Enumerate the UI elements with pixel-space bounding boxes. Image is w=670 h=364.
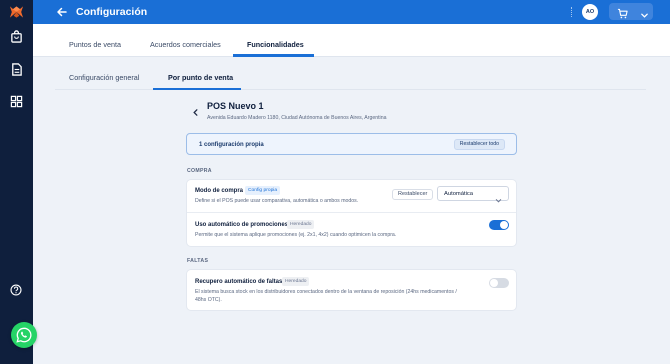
config-summary: 1 configuración propia Restablecer todo: [186, 133, 517, 155]
restore-all-button[interactable]: Restablecer todo: [453, 139, 505, 150]
toggle-knob: [500, 221, 508, 229]
faltas-card: Recupero automático de faltas Heredado E…: [186, 269, 517, 311]
summary-text: 1 configuración propia: [199, 142, 264, 148]
tab-puntos-de-venta[interactable]: Puntos de venta: [69, 40, 121, 50]
shopping-bag-icon[interactable]: [10, 30, 23, 43]
select-value: Automática: [444, 191, 473, 197]
chevron-left-icon[interactable]: [191, 104, 200, 116]
user-avatar[interactable]: AO: [582, 4, 598, 20]
pos-address: Avenida Eduardo Madero 1180, Ciudad Autó…: [207, 115, 387, 121]
setting-description: 48hs OTC).: [195, 297, 222, 303]
cart-icon: [617, 6, 628, 19]
top-bar: Configuración AO: [33, 0, 670, 24]
setting-title: Modo de compra: [195, 188, 244, 194]
divider: [187, 212, 516, 213]
setting-title: Recupero automático de faltas: [195, 279, 283, 285]
whatsapp-button[interactable]: [11, 322, 37, 348]
sidebar: [0, 0, 33, 364]
shortage-recovery-toggle[interactable]: [489, 278, 509, 288]
setting-description: Define si el POS puede usar comparativa,…: [195, 198, 359, 204]
subtab-por-punto-de-venta[interactable]: Por punto de venta: [168, 73, 233, 83]
tab-funcionalidades[interactable]: Funcionalidades: [247, 40, 304, 50]
brand-logo[interactable]: [9, 5, 24, 19]
status-badge: Heredado: [282, 277, 310, 286]
help-icon[interactable]: [10, 283, 22, 296]
chevron-down-icon: [640, 7, 649, 18]
section-label-compra: COMPRA: [187, 168, 212, 174]
section-label-faltas: FALTAS: [187, 258, 209, 264]
whatsapp-icon: [16, 327, 32, 343]
active-tab-indicator: [233, 54, 314, 57]
document-icon[interactable]: [10, 63, 23, 76]
setting-description: Permite que el sistema aplique promocion…: [195, 232, 397, 238]
pos-name: POS Nuevo 1: [207, 101, 264, 111]
page-title: Configuración: [76, 6, 148, 18]
toggle-knob: [490, 279, 498, 287]
restore-button[interactable]: Restablecer: [392, 189, 434, 200]
main-tabs: Puntos de venta Acuerdos comerciales Fun…: [33, 24, 670, 57]
tab-acuerdos-comerciales[interactable]: Acuerdos comerciales: [150, 40, 221, 50]
setting-description: El sistema busca stock en los distribuid…: [195, 289, 457, 295]
promotions-toggle[interactable]: [489, 220, 509, 230]
setting-title: Uso automático de promociones: [195, 222, 289, 228]
chevron-down-icon: [495, 191, 502, 203]
back-arrow-icon[interactable]: [55, 5, 69, 19]
purchase-mode-select[interactable]: Automática: [437, 186, 509, 203]
sub-tabs: Configuración general Por punto de venta: [55, 68, 646, 90]
subtab-configuracion-general[interactable]: Configuración general: [69, 73, 139, 83]
status-badge: Config propia: [245, 186, 281, 195]
compra-card: Modo de compra Config propia Define si e…: [186, 179, 517, 247]
cart-button[interactable]: [609, 3, 653, 20]
grid-icon[interactable]: [10, 95, 23, 108]
active-subtab-indicator: [153, 88, 241, 90]
divider: [571, 7, 572, 17]
status-badge: Heredado: [287, 220, 315, 229]
